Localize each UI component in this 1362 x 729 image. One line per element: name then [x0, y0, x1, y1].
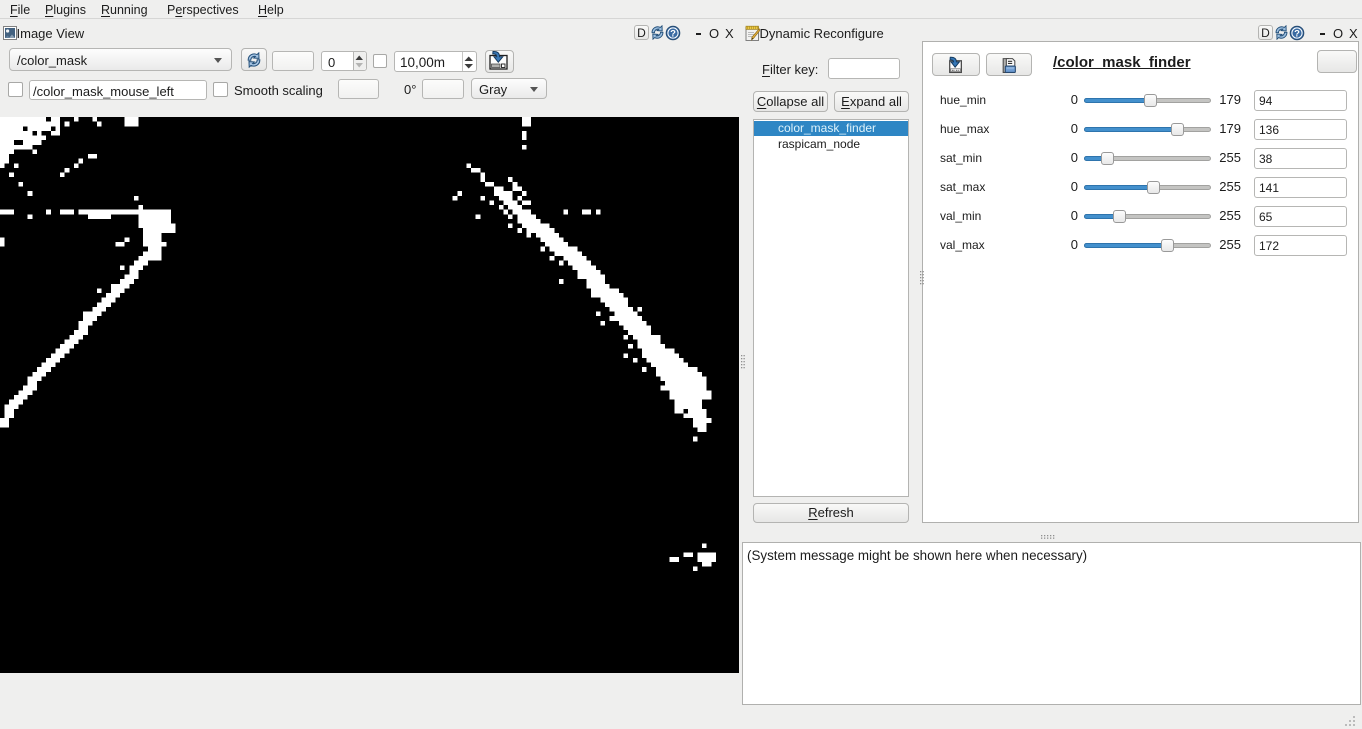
svg-text:?: ? [670, 28, 676, 39]
svg-text:?: ? [1294, 28, 1300, 39]
